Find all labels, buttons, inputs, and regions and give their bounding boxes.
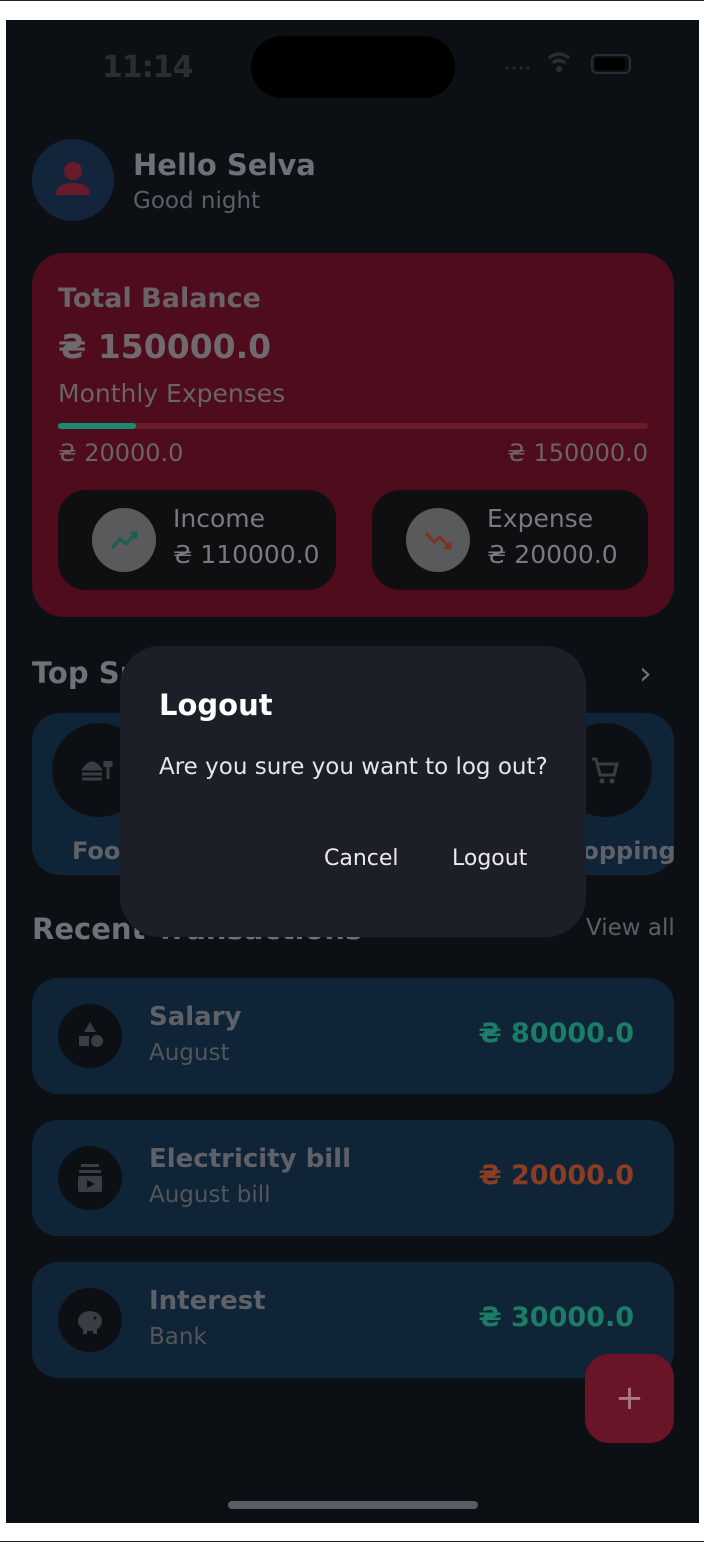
transaction-row[interactable]: Salary August ₴ 80000.0 (32, 978, 674, 1094)
avatar[interactable] (32, 139, 114, 221)
expense-value: ₴ 20000.0 (487, 540, 618, 569)
screenshot-border-top (0, 0, 704, 1)
monthly-expenses-progress (58, 423, 648, 429)
transaction-amount: ₴ 20000.0 (478, 1160, 634, 1191)
battery-icon (591, 54, 631, 74)
piggy-bank-icon (58, 1288, 122, 1352)
expense-chip[interactable]: Expense ₴ 20000.0 (372, 490, 648, 590)
total-balance-label: Total Balance (58, 283, 261, 314)
transaction-subtitle: August bill (149, 1182, 271, 1208)
trend-up-icon (92, 508, 156, 572)
wifi-icon (505, 52, 571, 72)
logout-button[interactable]: Logout (452, 846, 527, 871)
progress-fill (58, 423, 137, 429)
income-value: ₴ 110000.0 (173, 540, 320, 569)
dynamic-island (251, 36, 455, 98)
plus-icon: + (615, 1378, 644, 1418)
logout-dialog: Logout Are you sure you want to log out?… (120, 646, 586, 937)
monthly-limit: ₴ 150000.0 (507, 439, 648, 467)
transaction-subtitle: August (149, 1040, 230, 1066)
view-all-link[interactable]: View all (586, 915, 675, 941)
bill-icon (58, 1146, 122, 1210)
income-chip[interactable]: Income ₴ 110000.0 (58, 490, 336, 590)
transaction-amount: ₴ 30000.0 (478, 1302, 634, 1333)
transaction-row[interactable]: Electricity bill August bill ₴ 20000.0 (32, 1120, 674, 1236)
phone-screen: 11:14 Hello Selva Good night Total Balan… (6, 20, 699, 1523)
status-time: 11:14 (102, 50, 193, 85)
trend-down-icon (406, 508, 470, 572)
income-label: Income (173, 504, 265, 533)
monthly-spent: ₴ 20000.0 (58, 439, 184, 467)
greeting-name: Hello Selva (133, 148, 316, 182)
screenshot-border-bottom (0, 1541, 704, 1542)
add-transaction-button[interactable]: + (585, 1354, 674, 1443)
transaction-name: Interest (149, 1286, 266, 1316)
user-icon (56, 162, 90, 195)
transaction-amount: ₴ 80000.0 (478, 1018, 634, 1049)
cancel-button[interactable]: Cancel (324, 846, 399, 871)
expense-label: Expense (487, 504, 594, 533)
shapes-icon (58, 1004, 122, 1068)
balance-card: Total Balance ₴ 150000.0 Monthly Expense… (32, 253, 674, 617)
home-indicator[interactable] (228, 1501, 478, 1509)
greeting-time: Good night (133, 188, 261, 214)
chevron-right-icon[interactable]: › (639, 654, 652, 692)
transaction-name: Salary (149, 1002, 242, 1032)
dialog-message: Are you sure you want to log out? (159, 754, 548, 780)
monthly-expenses-label: Monthly Expenses (58, 379, 286, 408)
transaction-row[interactable]: Interest Bank ₴ 30000.0 (32, 1262, 674, 1378)
total-balance-amount: ₴ 150000.0 (58, 327, 272, 366)
transaction-subtitle: Bank (149, 1324, 207, 1350)
transaction-name: Electricity bill (149, 1144, 351, 1174)
dialog-title: Logout (159, 688, 273, 722)
